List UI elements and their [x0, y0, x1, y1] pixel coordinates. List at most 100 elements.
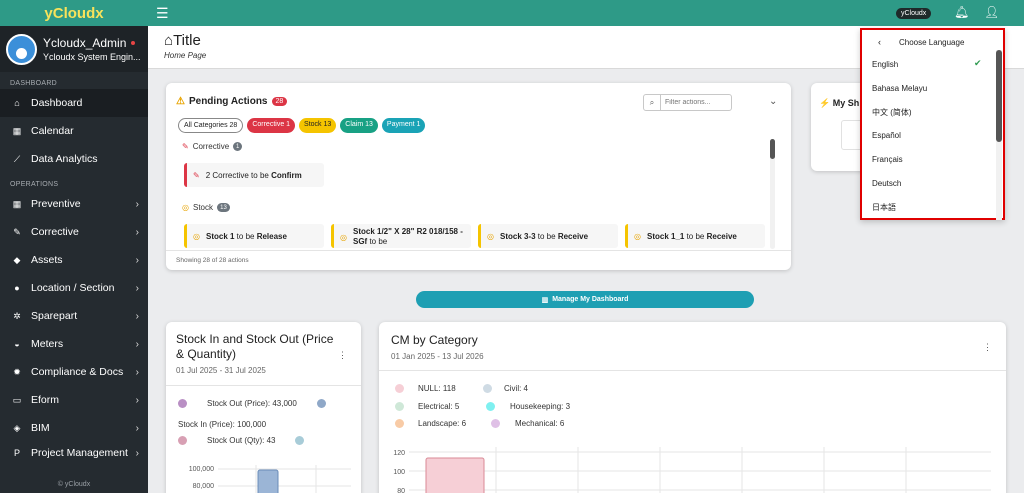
legend-swatch [295, 436, 305, 445]
group-stock: ◎ Stock 13 [182, 203, 230, 212]
chevron-right-icon: › [135, 198, 139, 210]
sidebar-item-project-management[interactable]: P Project Management › [0, 442, 148, 464]
language-option-french[interactable]: Français [872, 155, 903, 164]
sidebar-item-label: Project Management [31, 447, 128, 459]
legend-item[interactable]: Stock In (Price): 100,000 [178, 420, 266, 429]
chevron-right-icon: › [135, 366, 139, 378]
legend-item[interactable]: Electrical: 5 [395, 402, 459, 411]
sidebar-item-label: Data Analytics [31, 153, 98, 165]
bar-chart-icon: ▥ [541, 296, 549, 304]
user-icon[interactable]: 👤︎ [984, 5, 999, 19]
language-option-german[interactable]: Deutsch [872, 179, 901, 188]
chevron-down-icon[interactable]: ⌄ [769, 96, 777, 107]
sidebar-item-dashboard[interactable]: ⌂ Dashboard [0, 89, 148, 117]
language-option-chinese[interactable]: 中文 (简体) [872, 107, 912, 118]
chart-line-icon: ⟋ [13, 153, 21, 164]
legend-item[interactable]: Stock Out (Qty): 43 [178, 436, 305, 445]
chip-corrective[interactable]: Corrective 1 [247, 118, 296, 133]
manage-dashboard-button[interactable]: ▥ Manage My Dashboard [416, 291, 754, 308]
coins-icon: ◎ [487, 231, 494, 241]
sidebar-item-eform[interactable]: ▭ Eform › [0, 386, 148, 414]
y-tick-label: 120 [393, 450, 405, 457]
legend-item[interactable]: NULL: 118 [395, 384, 456, 393]
coins-icon: ◎ [182, 203, 189, 212]
sidebar-item-label: Sparepart [31, 310, 78, 322]
chip-stock[interactable]: Stock 13 [299, 118, 337, 133]
group-count-badge: 1 [233, 142, 243, 151]
sidebar-item-label: Corrective [31, 226, 79, 238]
scrollbar[interactable] [770, 139, 775, 249]
legend-item[interactable]: Mechanical: 6 [491, 419, 564, 428]
action-item-corrective[interactable]: ✎ 2 Corrective to be Confirm [184, 163, 324, 187]
scrollbar[interactable] [996, 50, 1002, 220]
wrench-icon: ✎ [182, 142, 189, 151]
chevron-left-icon[interactable]: ‹ [878, 37, 881, 47]
legend-swatch [178, 436, 187, 445]
gauge-icon: ◒ [14, 339, 20, 349]
pending-actions-list[interactable]: ✎ Corrective 1 ✎ 2 Corrective to be Conf… [178, 138, 778, 250]
language-option-spanish[interactable]: Español [872, 131, 901, 140]
user-profile[interactable]: Ycloudx_Admin Ycloudx System Engin... [0, 26, 148, 72]
filter-actions-input[interactable] [661, 99, 729, 106]
action-item-stock[interactable]: ◎ Stock 1/2" X 28" R2 018/158 - SGf to b… [331, 224, 471, 248]
language-dropdown-header[interactable]: ‹ Choose Language [862, 34, 992, 50]
menu-toggle-icon[interactable]: ☰ [156, 5, 169, 22]
kebab-menu-icon[interactable]: ⋮ [338, 350, 347, 361]
sidebar-item-label: Meters [31, 338, 64, 350]
category-chips: All Categories 28 Corrective 1 Stock 13 … [178, 118, 426, 133]
sidebar-item-calendar[interactable]: ▦ Calendar [0, 117, 148, 145]
sidebar-item-sparepart[interactable]: ✲ Sparepart › [0, 302, 148, 330]
pending-actions-card: ⚠ Pending Actions 28 ⌕ ⌄ All Categories … [166, 83, 791, 270]
sidebar-item-label: Calendar [31, 125, 74, 137]
sidebar: yCloudx Ycloudx_Admin Ycloudx System Eng… [0, 0, 148, 493]
action-item-stock[interactable]: ◎ Stock 1_1 to be Receive [625, 224, 765, 248]
sidebar-item-meters[interactable]: ◒ Meters › [0, 330, 148, 358]
cm-by-category-card: CM by Category 01 Jan 2025 - 13 Jul 2026… [379, 322, 1006, 493]
pending-actions-title: Pending Actions [188, 96, 268, 107]
sidebar-item-label: Dashboard [31, 97, 83, 109]
sidebar-item-bim[interactable]: ◈ BIM › [0, 414, 148, 442]
chip-payment[interactable]: Payment 1 [381, 118, 426, 133]
chip-claim[interactable]: Claim 13 [340, 118, 378, 133]
y-tick-label: 80,000 [193, 483, 215, 490]
home-icon: ⌂ [164, 32, 174, 49]
language-option-japanese[interactable]: 日本語 [872, 202, 896, 213]
sidebar-item-data-analytics[interactable]: ⟋ Data Analytics [0, 145, 148, 173]
legend-item[interactable]: Housekeeping: 3 [486, 402, 570, 411]
language-option-english[interactable]: English [872, 60, 898, 69]
brand-logo[interactable]: yCloudx [0, 0, 148, 26]
stock-chart: 100,000 80,000 [189, 465, 351, 493]
group-corrective: ✎ Corrective 1 [182, 142, 243, 151]
language-option-malay[interactable]: Bahasa Melayu [872, 84, 927, 93]
y-tick-label: 100 [393, 469, 405, 476]
kebab-menu-icon[interactable]: ⋮ [983, 342, 992, 353]
sidebar-item-preventive[interactable]: ▦ Preventive › [0, 190, 148, 218]
user-role: Ycloudx System Engin... [43, 52, 141, 62]
avatar [6, 33, 37, 65]
sidebar-item-corrective[interactable]: ✎ Corrective › [0, 218, 148, 246]
org-pill[interactable]: yCloudx [896, 8, 932, 19]
y-tick-label: 100,000 [189, 466, 214, 473]
legend-item[interactable]: Landscape: 6 [395, 419, 466, 428]
chevron-right-icon: › [135, 394, 139, 406]
legend-swatch [483, 384, 492, 393]
sidebar-item-label: Eform [31, 394, 60, 406]
sidebar-item-location[interactable]: ● Location / Section › [0, 274, 148, 302]
chip-all-categories[interactable]: All Categories 28 [178, 118, 244, 133]
legend-item[interactable]: Civil: 4 [483, 384, 528, 393]
action-item-stock[interactable]: ◎ Stock 3-3 to be Receive [478, 224, 618, 248]
action-item-stock[interactable]: ◎ Stock 1 to be Release [184, 224, 324, 248]
sidebar-item-assets[interactable]: ◆ Assets › [0, 246, 148, 274]
legend-swatch [395, 384, 404, 393]
sidebar-item-label: Compliance & Docs [31, 366, 124, 378]
filter-box: ⌕ [643, 94, 732, 111]
sidebar-item-compliance[interactable]: ✹ Compliance & Docs › [0, 358, 148, 386]
bell-icon[interactable]: 🔔︎ [954, 5, 969, 19]
legend-swatch [395, 419, 404, 428]
check-icon: ✔ [974, 58, 982, 68]
wrench-icon: ✎ [193, 170, 200, 180]
wrench-icon: ✎ [13, 226, 21, 237]
y-tick-label: 80 [397, 488, 405, 493]
legend-item[interactable]: Stock Out (Price): 43,000 [178, 399, 326, 408]
shortcuts-title: ⚡ My Sh [819, 98, 860, 108]
